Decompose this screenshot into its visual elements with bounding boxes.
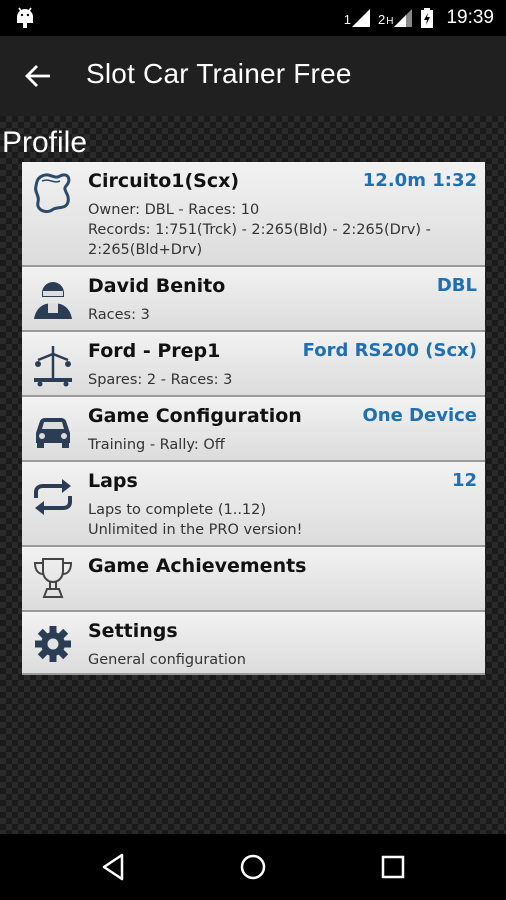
subtitle-line: General configuration (88, 652, 246, 668)
status-bar: 1 2 H 19:39 (0, 0, 506, 36)
android-icon (17, 7, 33, 28)
sim2-label: 2 (377, 12, 386, 27)
signal-icon (351, 9, 370, 27)
item-subtitle: Races: 3 (88, 305, 479, 325)
subtitle-line: Unlimited in the PRO version! (88, 522, 303, 538)
network-type: H (386, 16, 394, 27)
item-name: Game Configuration (88, 405, 302, 427)
status-icons: 1 2 H 19:39 (344, 0, 494, 36)
car-icon (36, 418, 70, 448)
clock: 19:39 (446, 7, 494, 28)
list-item-driver[interactable]: David Benito DBL Races: 3 (22, 267, 485, 332)
navigation-bar (0, 834, 506, 900)
item-value: 12 (451, 470, 477, 491)
signal-sim1: 1 (344, 9, 370, 27)
subtitle-line: 2:265(Bld+Drv) (88, 242, 203, 258)
signal-sim2: 2 H (377, 9, 413, 27)
list-item-achievements[interactable]: Game Achievements (22, 547, 485, 612)
arrow-back-icon[interactable] (22, 60, 54, 92)
item-value: One Device (362, 405, 477, 426)
item-subtitle: Laps to complete (1..12) Unlimited in th… (88, 500, 479, 540)
car-parts-icon (34, 346, 72, 387)
sim1-label: 1 (343, 12, 351, 27)
list-item-settings[interactable]: Settings General configuration (22, 612, 485, 675)
app-bar: Slot Car Trainer Free (0, 36, 506, 116)
battery-icon (421, 8, 434, 28)
item-subtitle: General configuration (88, 650, 479, 670)
list-item-car[interactable]: Ford - Prep1 Ford RS200 (Scx) Spares: 2 … (22, 332, 485, 397)
item-name: Circuito1(Scx) (88, 170, 240, 192)
signal-icon (394, 9, 413, 27)
profile-list: Circuito1(Scx) 12.0m 1:32 Owner: DBL - R… (22, 162, 485, 675)
trophy-icon (33, 558, 73, 598)
list-item-circuit[interactable]: Circuito1(Scx) 12.0m 1:32 Owner: DBL - R… (22, 162, 485, 267)
subtitle-line: Owner: DBL - Races: 10 (88, 202, 260, 218)
nav-home-icon[interactable] (237, 851, 269, 883)
item-subtitle: Training - Rally: Off (88, 435, 479, 455)
track-icon (34, 173, 71, 214)
subtitle-line: Races: 3 (88, 307, 150, 323)
subtitle-line: Spares: 2 - Races: 3 (88, 372, 233, 388)
app-title: Slot Car Trainer Free (86, 58, 352, 89)
item-subtitle: Owner: DBL - Races: 10 Records: 1:751(Tr… (88, 200, 479, 260)
subtitle-line: Laps to complete (1..12) (88, 502, 267, 518)
nav-back-icon[interactable] (98, 851, 130, 883)
item-name: David Benito (88, 275, 226, 297)
list-item-laps[interactable]: Laps 12 Laps to complete (1..12) Unlimit… (22, 462, 485, 547)
section-title: Profile (2, 126, 88, 159)
repeat-icon (34, 479, 72, 515)
list-item-game-configuration[interactable]: Game Configuration One Device Training -… (22, 397, 485, 462)
nav-recents-icon[interactable] (377, 851, 409, 883)
subtitle-line: Training - Rally: Off (88, 437, 225, 453)
driver-icon (34, 282, 72, 319)
item-value: DBL (436, 275, 477, 296)
item-value: Ford RS200 (Scx) (302, 340, 477, 361)
item-name: Game Achievements (88, 555, 307, 577)
item-subtitle: Spares: 2 - Races: 3 (88, 370, 479, 390)
gear-icon (35, 626, 71, 662)
item-name: Ford - Prep1 (88, 340, 221, 362)
item-name: Settings (88, 620, 178, 642)
content-area: Profile Circuito1(Scx) 12.0m 1:32 Owner:… (0, 116, 506, 834)
item-name: Laps (88, 470, 138, 492)
item-value: 12.0m 1:32 (362, 170, 477, 191)
subtitle-line: Records: 1:751(Trck) - 2:265(Bld) - 2:26… (88, 222, 431, 238)
